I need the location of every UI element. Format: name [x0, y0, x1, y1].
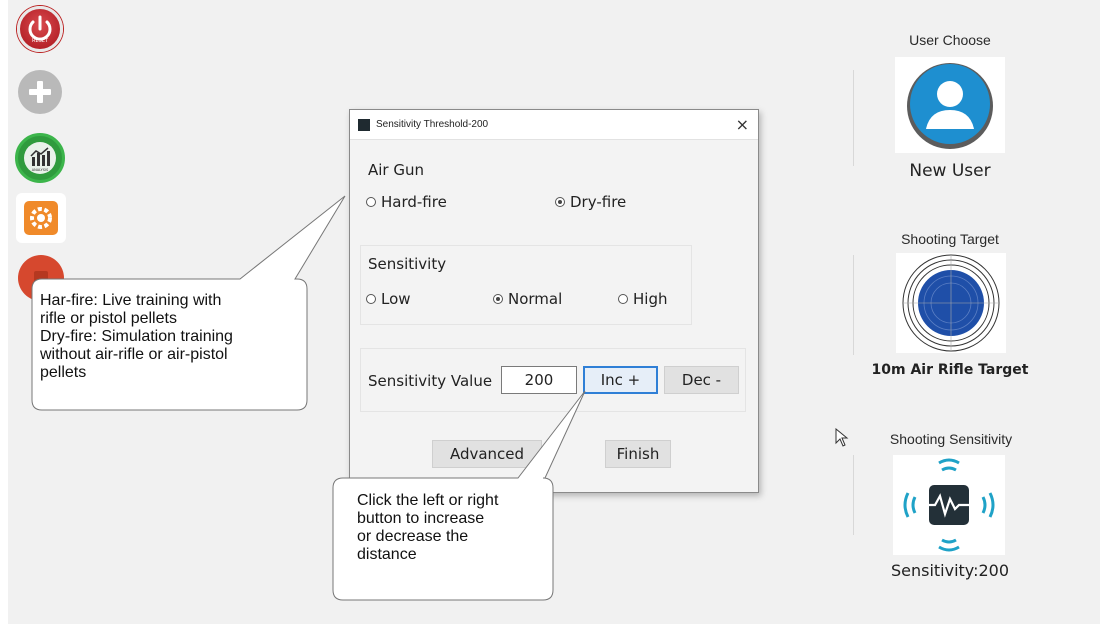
settings-button[interactable] [16, 193, 66, 243]
radio-dry-fire[interactable]: Dry-fire [555, 193, 626, 211]
callout-buttons-hint-text: Click the left or right button to increa… [357, 492, 547, 564]
divider [853, 255, 854, 355]
radio-selected-icon [493, 294, 503, 304]
divider [853, 455, 854, 535]
exit-icon [34, 271, 48, 285]
target-name: 10m Air Rifle Target [871, 362, 1029, 378]
advanced-button[interactable]: Advanced [432, 440, 542, 468]
shooting-sensitivity-button[interactable] [893, 455, 1005, 555]
sensitivity-value-display: Sensitivity:200 [890, 561, 1010, 580]
callout-line: Click the left or right [357, 492, 499, 509]
divider [853, 70, 854, 166]
radio-selected-icon [555, 197, 565, 207]
user-choose-button[interactable] [895, 57, 1005, 153]
mouse-pointer-icon [835, 428, 849, 447]
radio-dry-fire-label: Dry-fire [570, 193, 627, 211]
radio-normal[interactable]: Normal [493, 290, 562, 308]
user-icon [907, 63, 993, 149]
callout-line: distance [357, 546, 417, 563]
air-gun-label: Air Gun [368, 161, 425, 179]
radio-hard-fire-label: Hard-fire [381, 193, 447, 211]
plus-icon [29, 81, 51, 103]
radio-circle-icon [366, 197, 376, 207]
sensitivity-icon [903, 458, 995, 552]
sensitivity-value-label: Sensitivity Value [368, 372, 493, 390]
radio-low[interactable]: Low [366, 290, 411, 308]
shooting-sensitivity-title: Shooting Sensitivity [889, 431, 1013, 447]
target-icon [902, 254, 1000, 352]
increase-button[interactable]: Inc + [583, 366, 658, 394]
radio-high-label: High [633, 290, 668, 308]
radio-hard-fire[interactable]: Hard-fire [366, 193, 447, 211]
app-icon [358, 119, 370, 131]
radio-circle-icon [618, 294, 628, 304]
callout-fire-modes-text: Har-fire: Live training with rifle or pi… [40, 292, 302, 382]
user-name: New User [909, 161, 991, 181]
reset-caption: RESET [32, 38, 49, 44]
bar-chart-icon: ANALYSIS [24, 142, 56, 174]
dialog-titlebar[interactable]: Sensitivity Threshold-200 × [350, 110, 758, 140]
radio-normal-label: Normal [508, 290, 563, 308]
analysis-caption: ANALYSIS [32, 168, 49, 172]
user-choose-title: User Choose [909, 32, 991, 48]
callout-line: pellets [40, 364, 87, 381]
close-icon[interactable]: × [736, 115, 749, 134]
radio-circle-icon [366, 294, 376, 304]
decrease-button[interactable]: Dec - [664, 366, 739, 394]
dialog-title: Sensitivity Threshold-200 [376, 119, 489, 130]
callout-line: Har-fire: Live training with [40, 292, 222, 309]
callout-line: Dry-fire: Simulation training [40, 328, 233, 345]
shooting-target-button[interactable] [896, 253, 1006, 353]
sensitivity-dialog: Sensitivity Threshold-200 × Air Gun Hard… [349, 109, 759, 493]
radio-low-label: Low [381, 290, 411, 308]
power-icon: RESET [28, 15, 52, 44]
reset-button[interactable]: RESET [17, 6, 63, 52]
callout-line: button to increase [357, 510, 485, 527]
gear-icon [24, 201, 58, 235]
sensitivity-value-input[interactable]: 200 [501, 366, 577, 394]
add-button[interactable] [18, 70, 62, 114]
callout-line: without air-rifle or air-pistol [40, 346, 228, 363]
radio-high[interactable]: High [618, 290, 667, 308]
callout-line: rifle or pistol pellets [40, 310, 177, 327]
app-window: RESET ANALYSIS User Choose New User Shoo… [0, 0, 1105, 630]
sensitivity-label: Sensitivity [368, 255, 447, 273]
finish-button[interactable]: Finish [605, 440, 671, 468]
analysis-button[interactable]: ANALYSIS [15, 133, 65, 183]
shooting-target-title: Shooting Target [901, 231, 999, 247]
callout-line: or decrease the [357, 528, 469, 545]
